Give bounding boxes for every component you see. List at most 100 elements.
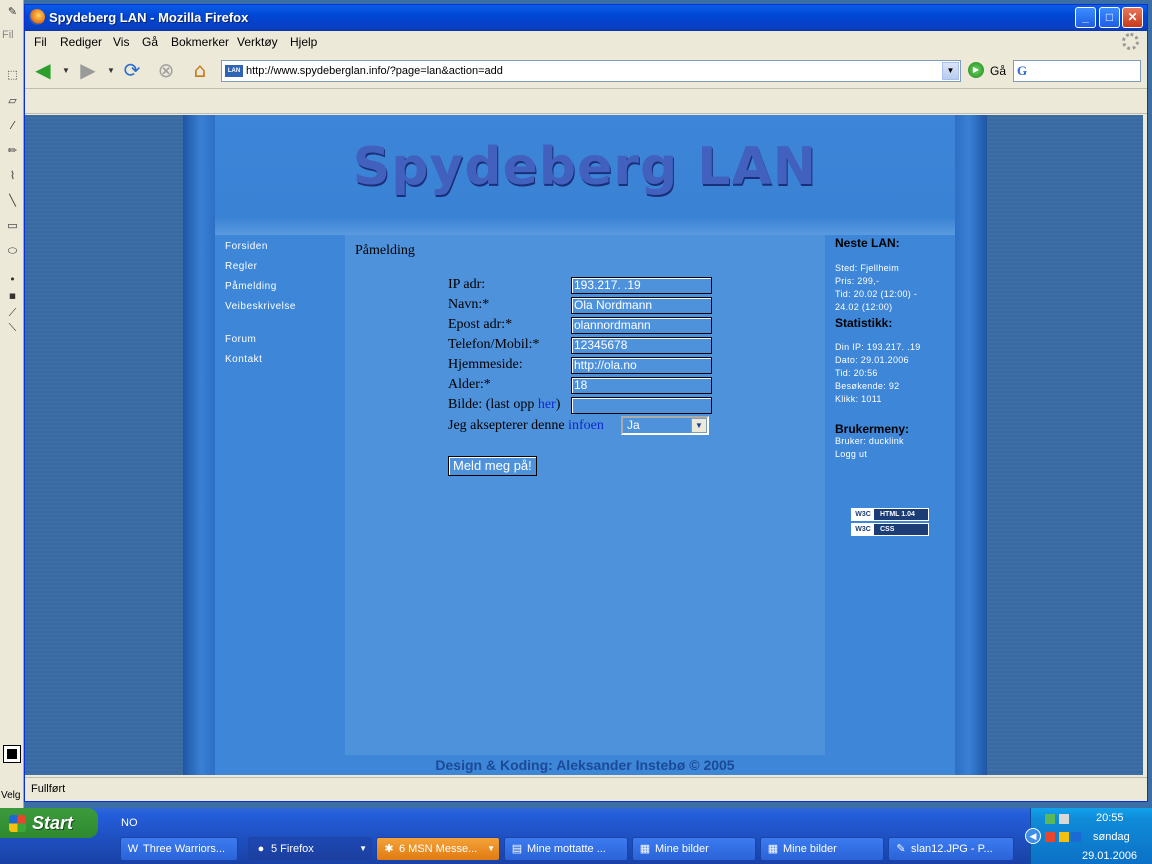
url-input[interactable] bbox=[246, 63, 936, 79]
menu-fil[interactable]: Fil bbox=[34, 35, 47, 49]
menu-verktoy[interactable]: Verktøy bbox=[237, 35, 278, 49]
pencil-icon[interactable]: ✏ bbox=[5, 143, 20, 158]
paint-app-icon: ✎ bbox=[7, 5, 18, 18]
menu-rediger[interactable]: Rediger bbox=[60, 35, 102, 49]
submit-button[interactable]: Meld meg på! bbox=[448, 456, 537, 476]
word-icon: W bbox=[127, 843, 139, 855]
age-input[interactable]: 18 bbox=[571, 377, 712, 394]
paint-menu-file[interactable]: Fil bbox=[2, 29, 14, 41]
nav-link-forsiden[interactable]: Forsiden bbox=[225, 241, 268, 252]
start-button[interactable]: Start bbox=[0, 808, 98, 838]
image-viewer-icon: ▦ bbox=[639, 843, 651, 855]
menu-vis[interactable]: Vis bbox=[113, 35, 129, 49]
tray-expand-icon[interactable]: ◀ bbox=[1025, 828, 1041, 844]
forward-arrow-icon[interactable]: ▶ bbox=[75, 57, 101, 83]
security-icon[interactable] bbox=[1045, 832, 1055, 842]
volume-icon[interactable] bbox=[1071, 832, 1081, 842]
free-select-icon[interactable]: ⬚ bbox=[5, 67, 20, 82]
forward-dropdown-icon[interactable]: ▼ bbox=[107, 66, 115, 75]
email-input[interactable]: olannordmann bbox=[571, 317, 712, 334]
upload-here-link[interactable]: her bbox=[538, 397, 556, 412]
maximize-button[interactable]: □ bbox=[1099, 7, 1120, 28]
age-label: Alder:* bbox=[448, 377, 491, 392]
nav-link-forum[interactable]: Forum bbox=[225, 334, 256, 345]
clock-date: 29.01.2006 bbox=[1082, 850, 1138, 862]
stats-heading: Statistikk: bbox=[835, 316, 893, 330]
messenger-tray-icon[interactable] bbox=[1059, 832, 1069, 842]
w3c-css-badge[interactable]: W3C CSS bbox=[851, 523, 929, 536]
taskbar-item[interactable]: ✎ slan12.JPG - P... bbox=[888, 837, 1014, 861]
go-icon[interactable]: ▶ bbox=[968, 62, 984, 78]
language-indicator[interactable]: NO bbox=[121, 817, 138, 829]
monitor-icon[interactable] bbox=[1059, 814, 1069, 824]
go-button-label[interactable]: Gå bbox=[990, 64, 1006, 78]
back-dropdown-icon[interactable]: ▼ bbox=[62, 66, 70, 75]
eraser-icon[interactable]: ▱ bbox=[5, 93, 20, 108]
content-area: Spydeberg LAN Forsiden Regler Påmelding … bbox=[25, 115, 1143, 775]
paint-icon: ✎ bbox=[896, 843, 906, 855]
site-favicon: LAN bbox=[225, 65, 243, 77]
chevron-down-icon: ▼ bbox=[359, 844, 367, 853]
brush-icon[interactable]: ⌇ bbox=[5, 168, 20, 183]
nav-link-kontakt[interactable]: Kontakt bbox=[225, 354, 262, 365]
nav-link-veibeskrivelse[interactable]: Veibeskrivelse bbox=[225, 301, 296, 312]
brush-size-large-icon[interactable]: ▪ bbox=[5, 288, 20, 303]
taskbar-item-firefox[interactable]: ● 5 Firefox ▼ bbox=[248, 837, 372, 861]
brush-slant-back-icon[interactable]: ⟍ bbox=[5, 320, 20, 335]
url-bar[interactable]: LAN ▼ bbox=[221, 60, 961, 82]
close-button[interactable]: ✕ bbox=[1122, 7, 1143, 28]
stats-line: Dato: 29.01.2006 bbox=[835, 355, 909, 365]
ip-input[interactable]: 193.217. .19 bbox=[571, 277, 712, 294]
brush-slant-icon[interactable]: ⟋ bbox=[5, 305, 20, 320]
terms-link[interactable]: infoen bbox=[568, 418, 604, 433]
picture-input[interactable] bbox=[571, 397, 712, 414]
folder-icon: ▤ bbox=[511, 843, 523, 855]
picture-label-text: Bilde: (last opp bbox=[448, 397, 535, 412]
stop-icon[interactable]: ⊗ bbox=[153, 57, 179, 83]
ip-label: IP adr: bbox=[448, 277, 486, 292]
menu-bar: Fil Rediger Vis Gå Bokmerker Verktøy Hje… bbox=[25, 31, 1147, 53]
nav-link-pamelding[interactable]: Påmelding bbox=[225, 281, 277, 292]
taskbar-item-msn[interactable]: ✱ 6 MSN Messe... ▼ bbox=[376, 837, 500, 861]
ellipse-icon[interactable]: ⬭ bbox=[5, 243, 20, 258]
nav-link-regler[interactable]: Regler bbox=[225, 261, 257, 272]
menu-ga[interactable]: Gå bbox=[142, 35, 158, 49]
status-bar: Fullført bbox=[25, 777, 1147, 801]
title-bar[interactable]: Spydeberg LAN - Mozilla Firefox _ □ ✕ bbox=[25, 5, 1147, 31]
google-search-icon[interactable]: G bbox=[1017, 63, 1027, 79]
rectangle-icon[interactable]: ▭ bbox=[5, 218, 20, 233]
menu-hjelp[interactable]: Hjelp bbox=[290, 35, 317, 49]
back-arrow-icon[interactable]: ◀ bbox=[30, 57, 56, 83]
taskbar-item[interactable]: W Three Warriors... bbox=[120, 837, 238, 861]
url-dropdown-icon[interactable]: ▼ bbox=[942, 62, 959, 80]
brush-size-icon[interactable]: • bbox=[5, 272, 20, 287]
clock-time[interactable]: 20:55 bbox=[1096, 812, 1124, 824]
minimize-button[interactable]: _ bbox=[1075, 7, 1096, 28]
logout-link[interactable]: Logg ut bbox=[835, 449, 867, 459]
color-picker-icon[interactable]: ⁄ bbox=[5, 118, 20, 133]
site-logo-title: Spydeberg LAN bbox=[352, 137, 818, 197]
accept-select[interactable]: Ja ▼ bbox=[621, 416, 709, 435]
chevron-down-icon[interactable]: ▼ bbox=[691, 418, 707, 433]
taskbar-item[interactable]: ▦ Mine bilder bbox=[632, 837, 756, 861]
w3c-html-badge[interactable]: W3C HTML 1.04 bbox=[851, 508, 929, 521]
line-icon[interactable]: ╲ bbox=[5, 193, 20, 208]
taskbar-item-label: Mine bilder bbox=[783, 843, 837, 855]
taskbar-item-label: 6 MSN Messe... bbox=[399, 843, 478, 855]
msn-icon: ✱ bbox=[384, 843, 394, 855]
name-input[interactable]: Ola Nordmann bbox=[571, 297, 712, 314]
phone-input[interactable]: 12345678 bbox=[571, 337, 712, 354]
home-icon[interactable]: ⌂ bbox=[187, 57, 213, 83]
menu-bokmerker[interactable]: Bokmerker bbox=[171, 35, 229, 49]
homepage-input[interactable]: http://ola.no bbox=[571, 357, 712, 374]
phone-label: Telefon/Mobil:* bbox=[448, 337, 540, 352]
page-title: Påmelding bbox=[355, 243, 415, 258]
current-color-box[interactable] bbox=[3, 745, 21, 763]
network-icon[interactable] bbox=[1045, 814, 1055, 824]
reload-icon[interactable]: ⟳ bbox=[119, 57, 145, 83]
taskbar-item[interactable]: ▤ Mine mottatte ... bbox=[504, 837, 628, 861]
search-box[interactable]: G bbox=[1013, 60, 1141, 82]
image-viewer-icon: ▦ bbox=[767, 843, 779, 855]
taskbar-item[interactable]: ▦ Mine bilder bbox=[760, 837, 884, 861]
firefox-window: Spydeberg LAN - Mozilla Firefox _ □ ✕ Fi… bbox=[24, 4, 1148, 802]
